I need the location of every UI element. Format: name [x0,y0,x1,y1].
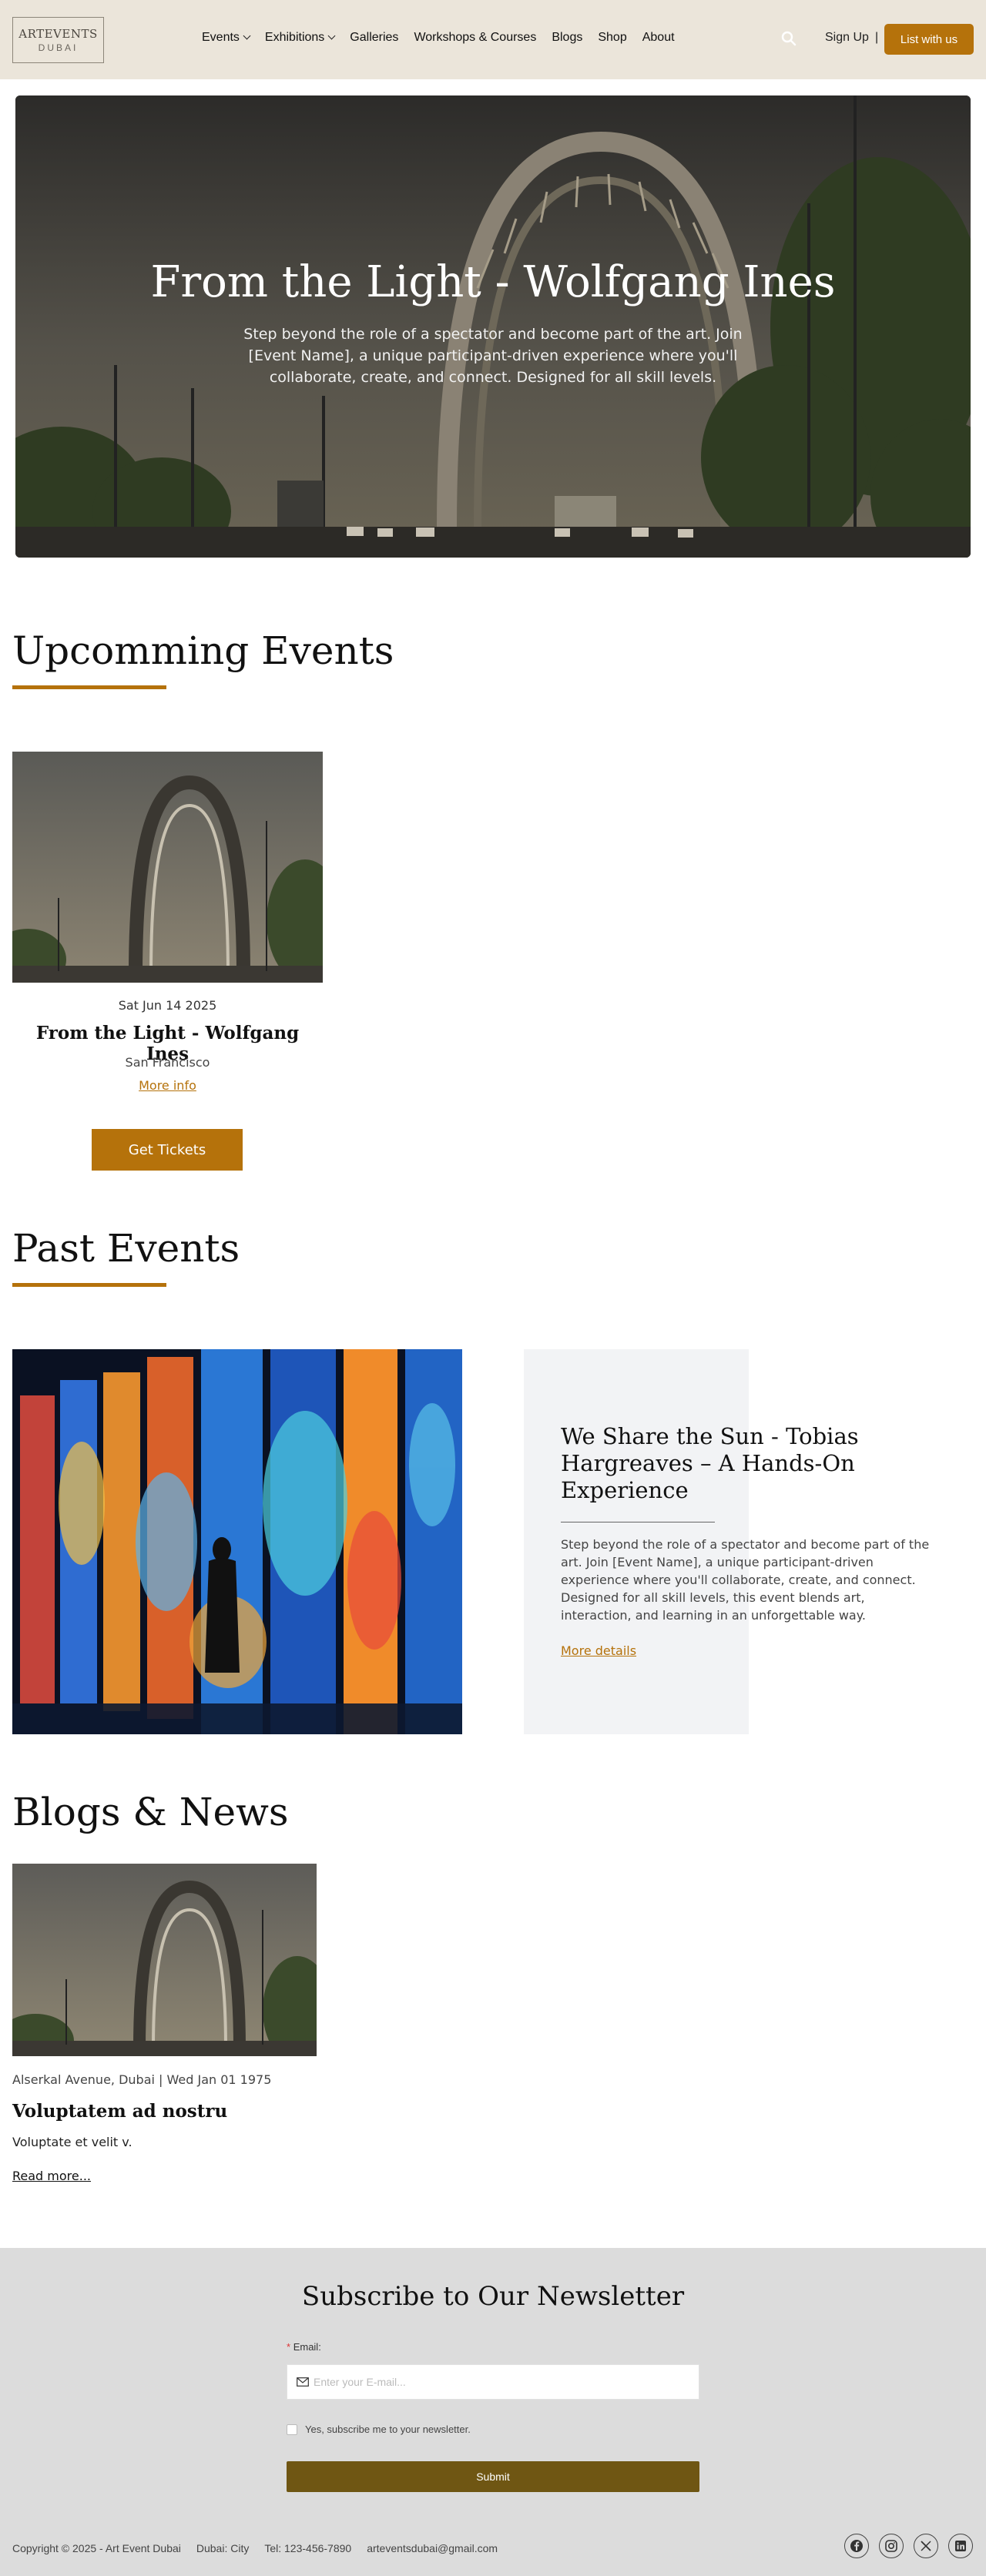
blog-title[interactable]: Voluptatem ad nostru [12,2101,227,2122]
footer-info: Copyright © 2025 - Art Event Dubai Dubai… [12,2542,498,2554]
subscribe-checkbox-row[interactable]: Yes, subscribe me to your newsletter. [287,2424,471,2435]
list-with-us-button[interactable]: List with us [884,24,974,55]
footer-email[interactable]: arteventsdubai@gmail.com [367,2542,498,2554]
email-label-text: Email: [293,2341,321,2353]
hero-subtitle: Step beyond the role of a spectator and … [243,326,743,386]
site-header: ARTEVENTS DUBAI Events Exhibitions Galle… [0,0,986,79]
linkedin-icon[interactable] [948,2534,973,2558]
chevron-down-icon [243,32,251,40]
event-location: San Francisco [125,1055,210,1070]
email-field-wrapper [287,2364,699,2400]
heading-underline [12,1283,166,1287]
email-label: * Email: [287,2341,321,2353]
facebook-icon[interactable] [844,2534,869,2558]
header-separator: | [875,31,879,44]
past-event-description: Step beyond the role of a spectator and … [561,1537,930,1623]
event-date: Sat Jun 14 2025 [118,998,217,1013]
heading-underline [12,685,166,689]
nav-item-workshops[interactable]: Workshops & Courses [414,31,536,45]
hero-title: From the Light - Wolfgang Ines [150,257,836,307]
blog-image[interactable] [12,1864,317,2056]
event-card-image[interactable] [12,752,323,983]
email-field[interactable] [314,2376,683,2388]
more-details-link[interactable]: More details [561,1643,636,1658]
blogs-heading: Blogs & News [12,1790,289,1834]
upcoming-heading: Upcomming Events [12,628,394,673]
required-mark: * [287,2341,291,2353]
main-nav: Events Exhibitions Galleries Workshops &… [202,31,675,45]
subscribe-checkbox[interactable] [287,2424,297,2435]
nav-label: Events [202,31,240,44]
submit-button[interactable]: Submit [287,2461,699,2492]
sign-up-link[interactable]: Sign Up [825,31,869,45]
nav-item-exhibitions[interactable]: Exhibitions [264,31,336,45]
logo-subtitle: DUBAI [38,42,79,53]
subscribe-checkbox-label: Yes, subscribe me to your newsletter. [305,2424,471,2435]
blog-excerpt: Voluptate et velit v. [12,2135,132,2149]
nav-label: Exhibitions [264,31,325,44]
past-events-heading: Past Events [12,1226,240,1271]
search-icon[interactable] [781,31,797,46]
hero-banner: From the Light - Wolfgang Ines Step beyo… [15,95,971,558]
chevron-down-icon [327,32,336,40]
nav-item-about[interactable]: About [642,31,675,45]
nav-item-events[interactable]: Events [202,31,251,45]
nav-item-shop[interactable]: Shop [598,31,626,45]
mail-icon [297,2377,309,2387]
more-info-link[interactable]: More info [12,1078,323,1093]
nav-item-blogs[interactable]: Blogs [552,31,582,45]
site-logo[interactable]: ARTEVENTS DUBAI [12,17,104,63]
newsletter-title: Subscribe to Our Newsletter [301,2281,685,2312]
get-tickets-button[interactable]: Get Tickets [92,1129,243,1171]
x-icon[interactable] [914,2534,938,2558]
past-event-image[interactable] [12,1349,462,1734]
read-more-link[interactable]: Read more... [12,2169,91,2183]
copyright: Copyright © 2025 - Art Event Dubai [12,2542,181,2554]
footer-tel: Tel: 123-456-7890 [264,2542,352,2554]
nav-item-galleries[interactable]: Galleries [350,31,398,45]
logo-wordmark: ARTEVENTS [18,27,98,41]
footer-city: Dubai: City [196,2542,250,2554]
instagram-icon[interactable] [879,2534,904,2558]
blog-meta: Alserkal Avenue, Dubai | Wed Jan 01 1975 [12,2072,272,2087]
past-event-title: We Share the Sun - Tobias Hargreaves – A… [561,1423,859,1503]
